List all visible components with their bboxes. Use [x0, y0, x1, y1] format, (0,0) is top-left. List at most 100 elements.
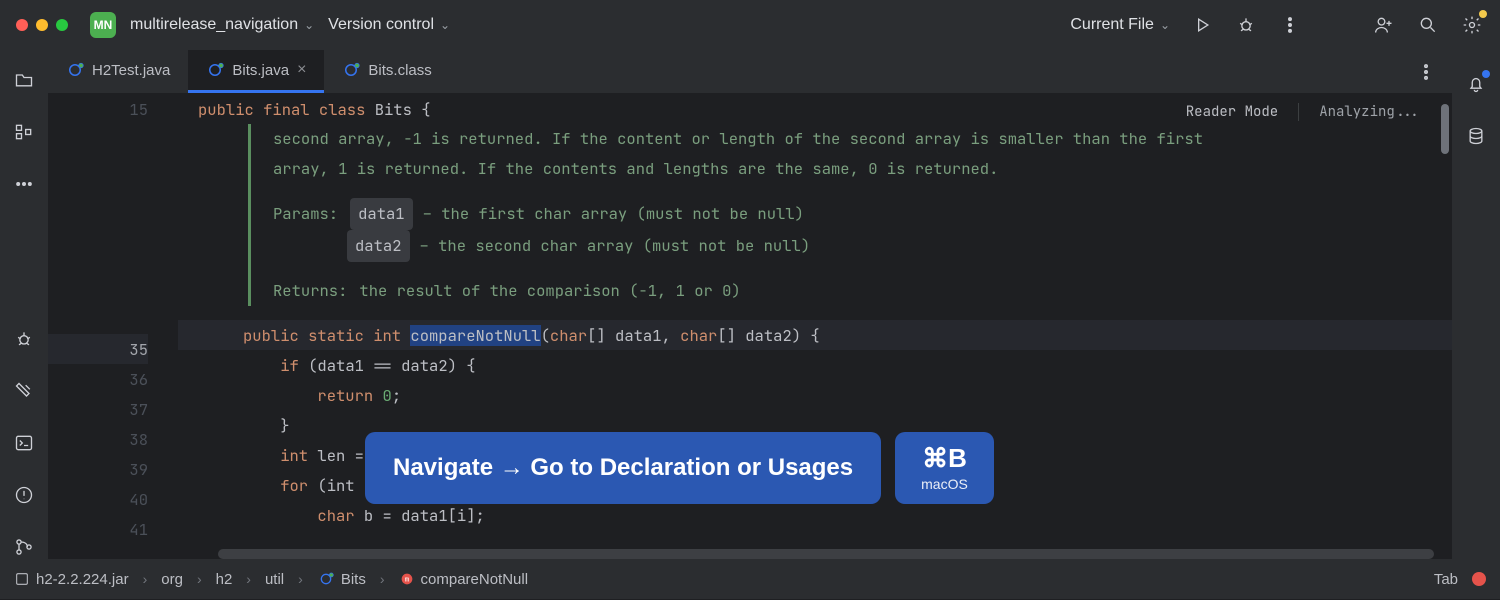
doc-params-label: Params:	[273, 200, 338, 228]
tab-h2test[interactable]: H2Test.java	[48, 50, 188, 93]
doc-returns-label: Returns:	[273, 277, 347, 305]
java-class-icon	[317, 570, 335, 588]
project-badge: MN	[90, 12, 116, 38]
code-text: b = data1[i];	[364, 505, 485, 526]
scrollbar-thumb[interactable]	[1441, 104, 1449, 154]
chevron-down-icon: ⌄	[440, 18, 450, 32]
terminal-tool-button[interactable]	[12, 431, 36, 455]
settings-button[interactable]	[1460, 13, 1484, 37]
java-class-icon	[206, 61, 224, 79]
code-text: ;	[392, 385, 401, 406]
breadcrumb-pkg[interactable]: h2	[216, 571, 233, 588]
java-class-icon	[66, 61, 84, 79]
close-window-button[interactable]	[16, 19, 28, 31]
project-selector[interactable]: multirelease_navigation ⌄	[130, 16, 314, 34]
code-text: (data1 == data2) {	[299, 355, 476, 376]
code-with-me-button[interactable]	[1372, 13, 1396, 37]
minimize-window-button[interactable]	[36, 19, 48, 31]
breadcrumb-method[interactable]: m compareNotNull	[399, 571, 529, 588]
breadcrumb-pkg[interactable]: org	[161, 571, 183, 588]
hint-shortcut: ⌘B macOS	[895, 432, 994, 504]
search-button[interactable]	[1416, 13, 1440, 37]
vcs-selector[interactable]: Version control ⌄	[328, 16, 450, 34]
structure-tool-button[interactable]	[12, 120, 36, 144]
indent-indicator[interactable]: Tab	[1434, 571, 1458, 588]
code-text	[243, 445, 280, 466]
breadcrumb-separator: ›	[246, 571, 251, 587]
database-tool-button[interactable]	[1464, 124, 1488, 148]
divider	[1298, 103, 1299, 121]
project-name: multirelease_navigation	[130, 16, 298, 34]
breadcrumb-separator: ›	[197, 571, 202, 587]
window-controls	[16, 19, 68, 31]
run-config-selector[interactable]: Current File ⌄	[1070, 16, 1170, 34]
project-tool-button[interactable]	[12, 68, 36, 92]
doc-param-desc: – the second char array (must not be nul…	[420, 232, 811, 260]
hint-text: Navigate → Go to Declaration or Usages	[365, 432, 881, 504]
more-actions-button[interactable]	[1278, 13, 1302, 37]
horizontal-scrollbar[interactable]	[218, 549, 1434, 559]
shortcut-os: macOS	[921, 476, 968, 492]
doc-text: array, 1 is returned. If the contents an…	[273, 155, 998, 183]
doc-param-name: data2	[347, 230, 410, 262]
code-text: []	[717, 325, 745, 346]
vertical-scrollbar[interactable]	[1438, 94, 1452, 559]
javadoc-block: second array, -1 is returned. If the con…	[248, 124, 1452, 306]
more-tools-button[interactable]	[12, 172, 36, 196]
code-text	[243, 475, 280, 496]
code-text: 0	[383, 385, 392, 406]
code-text: []	[587, 325, 615, 346]
code-text: data1,	[615, 325, 680, 346]
debug-button[interactable]	[1234, 13, 1258, 37]
build-tool-button[interactable]	[12, 379, 36, 403]
maximize-window-button[interactable]	[56, 19, 68, 31]
line-number: 15	[129, 99, 148, 120]
problems-tool-button[interactable]	[12, 483, 36, 507]
code-text: {	[421, 99, 430, 120]
doc-text: second array, -1 is returned. If the con…	[273, 125, 1203, 153]
left-tool-strip	[0, 50, 48, 559]
run-button[interactable]	[1190, 13, 1214, 37]
breadcrumb-separator: ›	[298, 571, 303, 587]
code-text: (	[541, 325, 550, 346]
breadcrumb-pkg[interactable]: util	[265, 571, 284, 588]
svg-text:m: m	[404, 575, 409, 584]
code-text: public final class	[198, 99, 375, 120]
gutter: 15 35 36 37 38 39 40 41	[48, 94, 178, 559]
code-text: int	[280, 445, 317, 466]
notifications-button[interactable]	[1464, 72, 1488, 96]
doc-returns-text: the result of the comparison (-1, 1 or 0…	[359, 277, 740, 305]
breadcrumb-class[interactable]: Bits	[317, 570, 366, 588]
tab-label: H2Test.java	[92, 62, 170, 79]
close-tab-button[interactable]: ×	[297, 61, 306, 79]
code-text: for	[280, 475, 317, 496]
debug-tool-button[interactable]	[12, 327, 36, 351]
code-text: public static	[243, 325, 373, 346]
chevron-down-icon: ⌄	[1160, 18, 1170, 32]
doc-param-desc: – the first char array (must not be null…	[423, 200, 804, 228]
status-bar: h2-2.2.224.jar › org › h2 › util › Bits …	[0, 559, 1500, 599]
code-text: }	[243, 415, 290, 436]
vcs-tool-button[interactable]	[12, 535, 36, 559]
code-text: char	[550, 325, 587, 346]
code-text	[243, 385, 317, 406]
doc-param-name: data1	[350, 198, 413, 230]
error-indicator[interactable]	[1472, 572, 1486, 586]
code-text: char	[680, 325, 717, 346]
tab-bits-java[interactable]: Bits.java ×	[188, 50, 324, 93]
code-text: if	[280, 355, 299, 376]
line-number: 36	[129, 369, 148, 390]
line-number: 38	[129, 429, 148, 450]
highlighted-method-name[interactable]: compareNotNull	[410, 325, 540, 346]
code-text: data2) {	[745, 325, 819, 346]
breadcrumb-separator: ›	[143, 571, 148, 587]
line-number: 41	[129, 519, 148, 540]
reader-mode-toggle[interactable]: Reader Mode	[1186, 103, 1278, 121]
breadcrumb-jar[interactable]: h2-2.2.224.jar	[14, 571, 129, 588]
line-number: 35	[129, 339, 148, 360]
run-config-label: Current File	[1070, 16, 1154, 34]
tab-bits-class[interactable]: Bits.class	[324, 50, 449, 93]
action-hint-popup: Navigate → Go to Declaration or Usages ⌘…	[365, 432, 994, 504]
vcs-label: Version control	[328, 16, 434, 34]
tab-options-button[interactable]	[1414, 60, 1438, 84]
